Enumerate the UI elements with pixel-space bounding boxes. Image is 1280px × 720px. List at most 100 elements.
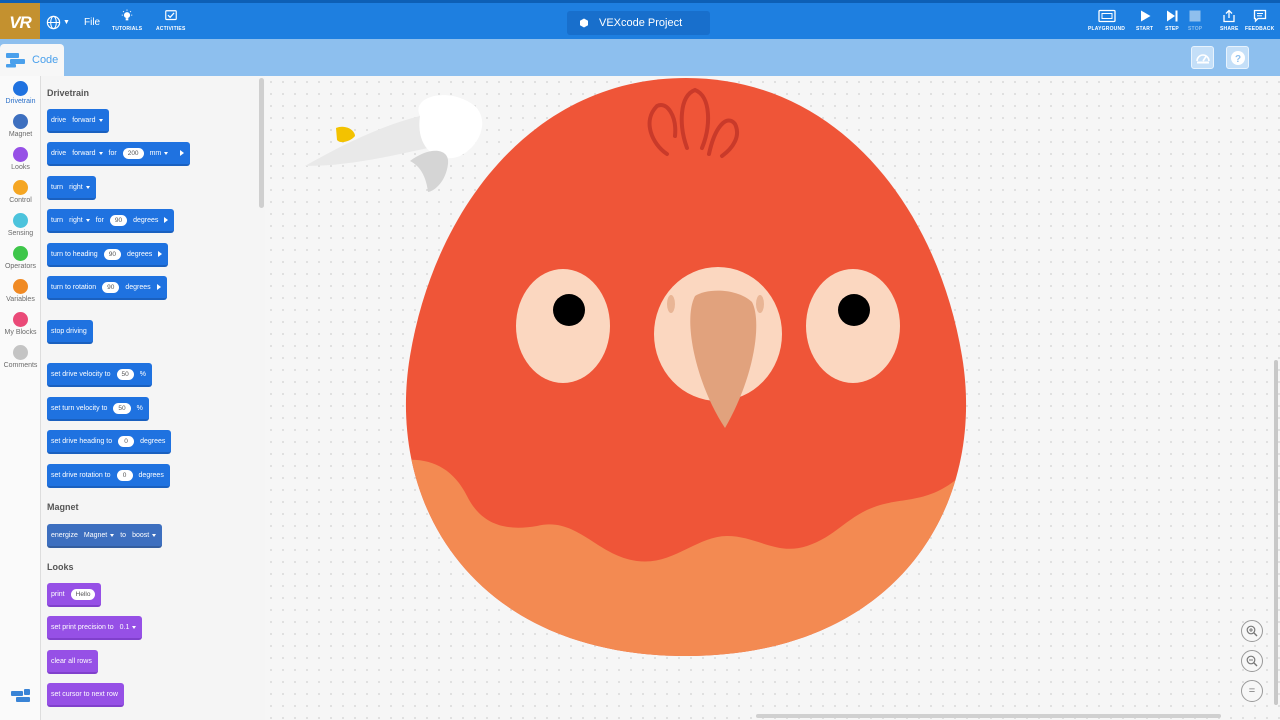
unit-value: mm	[149, 149, 162, 157]
category-comments-bubble	[13, 345, 28, 360]
block-wait-arrow-icon[interactable]	[158, 251, 163, 257]
category-looks-label: Looks	[11, 164, 30, 171]
block-set-drive-heading-input[interactable]: 0	[118, 435, 135, 447]
block-turn-direction[interactable]: right	[69, 184, 90, 191]
block-drive-for-direction[interactable]: forward	[72, 150, 102, 157]
block-turn-for[interactable]: turn right for 90 degrees	[47, 209, 175, 233]
block-set-drive-rotation-text: set drive rotation to	[51, 471, 111, 479]
play-icon	[1140, 10, 1151, 22]
category-sensing[interactable]: Sensing	[0, 213, 41, 237]
category-magnet[interactable]: Magnet	[0, 114, 41, 138]
file-menu[interactable]: File	[84, 17, 100, 28]
block-set-cursor-next-row-text: set cursor to next row	[51, 690, 118, 698]
block-set-drive-rotation[interactable]: set drive rotation to 0 degrees	[47, 464, 170, 488]
zoom-out-button[interactable]	[1241, 650, 1263, 672]
block-wait-arrow-icon[interactable]	[164, 217, 169, 223]
block-energize-text: energize	[51, 531, 78, 539]
sub-bar: Code ?	[0, 39, 1280, 76]
feedback-button[interactable]: FEEDBACK	[1245, 9, 1274, 32]
step-button[interactable]: STEP	[1165, 9, 1179, 32]
block-set-print-precision-text: set print precision to	[51, 623, 114, 631]
block-set-drive-rotation-unit: degrees	[138, 471, 164, 479]
share-button[interactable]: SHARE	[1220, 9, 1239, 32]
block-turn-to-rotation-input[interactable]: 90	[102, 281, 120, 293]
direction-value: right	[69, 216, 83, 224]
block-set-drive-velocity[interactable]: set drive velocity to 50 %	[47, 363, 152, 387]
help-button[interactable]: ?	[1226, 46, 1249, 69]
category-my-blocks[interactable]: My Blocks	[0, 312, 41, 336]
stop-label: STOP	[1188, 26, 1203, 32]
extensions-icon[interactable]	[10, 688, 32, 706]
block-turn-to-rotation[interactable]: turn to rotation 90 degrees	[47, 276, 167, 300]
tutorials-label: TUTORIALS	[112, 26, 143, 32]
block-drive-for-distance-input[interactable]: 200	[122, 147, 144, 159]
block-set-print-precision[interactable]: set print precision to 0.1	[47, 616, 143, 640]
workspace-horizontal-scrollbar[interactable]	[756, 714, 1221, 718]
category-variables-label: Variables	[6, 296, 35, 303]
block-drive[interactable]: drive forward	[47, 109, 109, 133]
start-button[interactable]: START	[1136, 9, 1153, 32]
category-variables[interactable]: Variables	[0, 279, 41, 303]
block-clear-all-rows[interactable]: clear all rows	[47, 650, 98, 674]
section-title-magnet: Magnet	[47, 502, 79, 512]
category-comments[interactable]: Comments	[0, 345, 41, 369]
tab-code[interactable]: Code	[0, 44, 64, 76]
playground-button[interactable]: PLAYGROUND	[1088, 9, 1125, 32]
block-set-drive-velocity-input[interactable]: 50	[116, 368, 134, 380]
share-icon	[1223, 9, 1235, 23]
category-comments-label: Comments	[3, 362, 38, 369]
block-print[interactable]: print Hello	[47, 583, 102, 607]
block-turn-for-direction[interactable]: right	[69, 217, 90, 224]
block-turn-for-verb: turn	[51, 216, 64, 224]
category-control[interactable]: Control	[0, 180, 41, 204]
activities-label: ACTIVITIES	[156, 26, 186, 32]
zoom-in-button[interactable]	[1241, 620, 1263, 642]
block-turn-to-rotation-text: turn to rotation	[51, 283, 97, 291]
language-menu[interactable]: ▼	[46, 11, 72, 33]
block-turn[interactable]: turn right	[47, 176, 96, 200]
block-energize-device[interactable]: Magnet	[84, 532, 114, 539]
block-drive-for-verb: drive	[51, 149, 67, 157]
category-looks[interactable]: Looks	[0, 147, 41, 171]
block-wait-arrow-icon[interactable]	[180, 150, 185, 156]
block-energize-to: to	[120, 531, 127, 539]
block-wait-arrow-icon[interactable]	[156, 284, 161, 290]
category-my-blocks-bubble	[13, 312, 28, 327]
block-set-drive-rotation-input[interactable]: 0	[116, 469, 133, 481]
block-turn-to-rotation-unit: degrees	[125, 283, 151, 291]
block-turn-to-heading-input[interactable]: 90	[103, 248, 121, 260]
block-energize-mode[interactable]: boost	[132, 532, 156, 539]
block-turn-for-angle-input[interactable]: 90	[109, 214, 128, 226]
block-set-turn-velocity-text: set turn velocity to	[51, 404, 108, 412]
block-energize-magnet[interactable]: energize Magnet to boost	[47, 524, 163, 548]
block-set-turn-velocity[interactable]: set turn velocity to 50 %	[47, 397, 149, 421]
dashboard-button[interactable]	[1191, 46, 1214, 69]
category-control-label: Control	[9, 197, 32, 204]
workspace-vertical-scrollbar[interactable]	[1274, 360, 1278, 705]
precision-value: 0.1	[119, 623, 130, 631]
block-stop-driving[interactable]: stop driving	[47, 320, 93, 344]
project-title[interactable]: VEXcode Project	[567, 11, 710, 35]
block-drive-for-unit[interactable]: mm	[150, 150, 169, 157]
block-set-turn-velocity-input[interactable]: 50	[113, 402, 131, 414]
category-operators[interactable]: Operators	[0, 246, 41, 270]
block-print-input[interactable]: Hello	[70, 588, 96, 600]
palette-scrollbar[interactable]	[259, 78, 264, 208]
category-sensing-bubble	[13, 213, 28, 228]
category-operators-label: Operators	[4, 263, 37, 270]
activities-button[interactable]: ACTIVITIES	[156, 9, 186, 32]
category-variables-bubble	[13, 279, 28, 294]
block-turn-to-heading-text: turn to heading	[51, 250, 98, 258]
help-icon: ?	[1230, 50, 1245, 65]
category-drivetrain[interactable]: Drivetrain	[0, 81, 41, 105]
block-set-cursor-next-row[interactable]: set cursor to next row	[47, 683, 124, 707]
block-drive-for[interactable]: drive forward for 200 mm	[47, 142, 191, 166]
block-set-print-precision-dropdown[interactable]: 0.1	[120, 624, 137, 631]
zoom-in-icon	[1246, 625, 1258, 637]
stop-button[interactable]: STOP	[1188, 9, 1202, 32]
block-drive-direction[interactable]: forward	[72, 117, 102, 124]
block-set-drive-heading[interactable]: set drive heading to 0 degrees	[47, 430, 172, 454]
tutorials-button[interactable]: TUTORIALS	[112, 9, 142, 32]
block-turn-to-heading[interactable]: turn to heading 90 degrees	[47, 243, 169, 267]
zoom-reset-button[interactable]: =	[1241, 680, 1263, 702]
